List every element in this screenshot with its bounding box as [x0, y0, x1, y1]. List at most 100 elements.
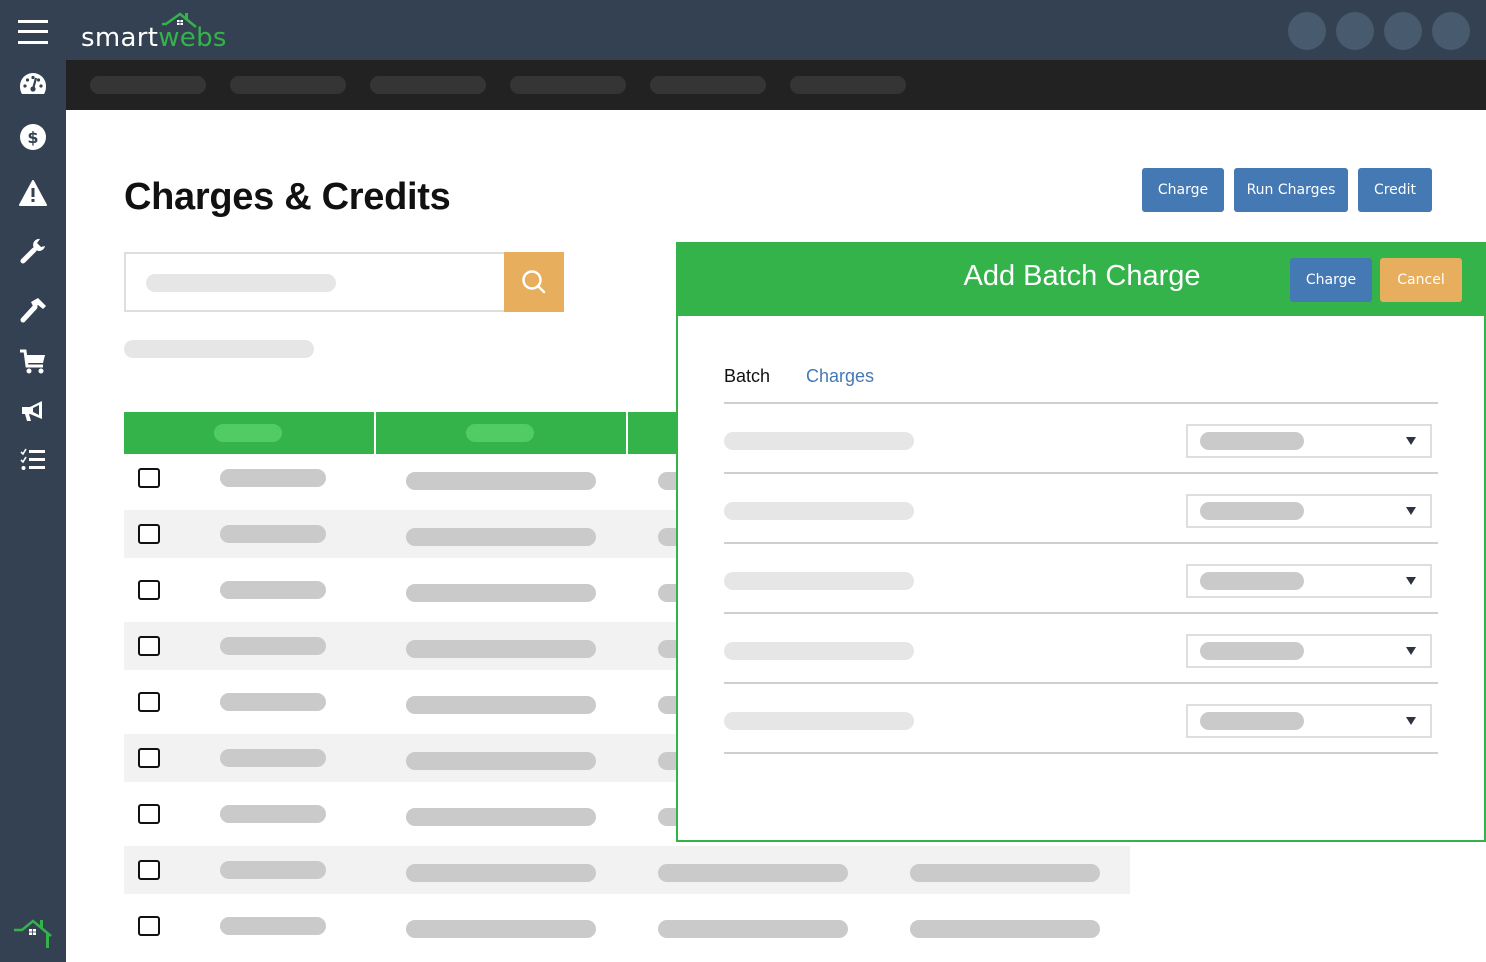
- field-divider: [724, 682, 1438, 684]
- caret-down-icon: [1406, 437, 1416, 445]
- column-divider: [374, 412, 376, 454]
- field-label-placeholder: [724, 712, 914, 730]
- table-cell-placeholder: [406, 864, 596, 882]
- table-cell-placeholder: [658, 864, 848, 882]
- sidebar-item-announcements[interactable]: [19, 397, 47, 425]
- field-select[interactable]: [1186, 704, 1432, 738]
- row-checkbox[interactable]: [138, 468, 160, 488]
- add-batch-charge-modal: Add Batch Charge Charge Cancel Batch Cha…: [676, 242, 1486, 842]
- tab-divider: [724, 402, 1438, 404]
- avatar[interactable]: [1384, 12, 1422, 50]
- modal-cancel-button[interactable]: Cancel: [1380, 258, 1462, 302]
- hammer-icon: [20, 298, 46, 323]
- menu-hamburger-icon[interactable]: [18, 20, 48, 44]
- caret-down-icon: [1406, 577, 1416, 585]
- row-checkbox[interactable]: [138, 580, 160, 600]
- home-logo-icon[interactable]: [14, 918, 54, 948]
- nav-tab-placeholder[interactable]: [650, 76, 766, 94]
- caret-down-icon: [1406, 507, 1416, 515]
- search-icon: [522, 270, 546, 294]
- select-value-placeholder: [1200, 572, 1304, 590]
- top-bar: smartwebs: [0, 0, 1486, 60]
- megaphone-icon: [22, 401, 42, 421]
- table-cell-placeholder: [406, 752, 596, 770]
- table-cell-placeholder: [220, 637, 326, 655]
- sidebar-item-alerts[interactable]: [19, 179, 47, 207]
- dollar-icon: $: [20, 124, 46, 150]
- table-cell-placeholder: [658, 920, 848, 938]
- table-cell-placeholder: [220, 469, 326, 487]
- table-row[interactable]: [124, 846, 1130, 894]
- row-checkbox[interactable]: [138, 748, 160, 768]
- svg-text:$: $: [27, 128, 38, 147]
- field-label-placeholder: [724, 432, 914, 450]
- select-value-placeholder: [1200, 432, 1304, 450]
- nav-tab-placeholder[interactable]: [510, 76, 626, 94]
- field-divider: [724, 472, 1438, 474]
- table-cell-placeholder: [406, 472, 596, 490]
- table-cell-placeholder: [220, 581, 326, 599]
- table-header: [124, 412, 684, 454]
- nav-tab-placeholder[interactable]: [370, 76, 486, 94]
- select-value-placeholder: [1200, 712, 1304, 730]
- wrench-icon: [20, 238, 45, 264]
- dashboard-icon: [20, 73, 46, 94]
- select-value-placeholder: [1200, 502, 1304, 520]
- sidebar: $: [0, 60, 66, 962]
- column-divider: [626, 412, 628, 454]
- credit-button[interactable]: Credit: [1358, 168, 1432, 212]
- search-placeholder: [146, 274, 336, 292]
- table-cell-placeholder: [220, 749, 326, 767]
- checklist-icon: [20, 448, 45, 470]
- sidebar-item-store[interactable]: [19, 348, 47, 376]
- sidebar-item-tasks[interactable]: [19, 446, 47, 474]
- sidebar-item-dashboard[interactable]: [19, 70, 47, 98]
- row-checkbox[interactable]: [138, 524, 160, 544]
- run-charges-button[interactable]: Run Charges: [1234, 168, 1348, 212]
- search-button[interactable]: [504, 252, 564, 312]
- select-value-placeholder: [1200, 642, 1304, 660]
- caret-down-icon: [1406, 647, 1416, 655]
- table-cell-placeholder: [406, 696, 596, 714]
- table-cell-placeholder: [220, 525, 326, 543]
- row-checkbox[interactable]: [138, 692, 160, 712]
- nav-tab-placeholder[interactable]: [790, 76, 906, 94]
- filter-placeholder[interactable]: [124, 340, 314, 358]
- modal-charge-button[interactable]: Charge: [1290, 258, 1372, 302]
- field-divider: [724, 752, 1438, 754]
- charge-button[interactable]: Charge: [1142, 168, 1224, 212]
- user-avatars: [1288, 12, 1470, 50]
- table-cell-placeholder: [406, 584, 596, 602]
- sidebar-item-work-orders[interactable]: [19, 295, 47, 323]
- search-input[interactable]: [124, 252, 505, 312]
- warning-icon: [19, 180, 47, 206]
- table-cell-placeholder: [406, 808, 596, 826]
- cart-icon: [20, 349, 45, 374]
- avatar[interactable]: [1336, 12, 1374, 50]
- field-select[interactable]: [1186, 634, 1432, 668]
- field-label-placeholder: [724, 572, 914, 590]
- table-row[interactable]: [124, 902, 1130, 950]
- sidebar-item-billing[interactable]: $: [19, 123, 47, 151]
- tab-batch[interactable]: Batch: [724, 366, 770, 387]
- field-select[interactable]: [1186, 564, 1432, 598]
- column-header[interactable]: [214, 424, 282, 442]
- row-checkbox[interactable]: [138, 860, 160, 880]
- field-select[interactable]: [1186, 494, 1432, 528]
- sidebar-item-maintenance[interactable]: [19, 237, 47, 265]
- row-checkbox[interactable]: [138, 916, 160, 936]
- table-cell-placeholder: [910, 864, 1100, 882]
- table-cell-placeholder: [910, 920, 1100, 938]
- row-checkbox[interactable]: [138, 636, 160, 656]
- field-select[interactable]: [1186, 424, 1432, 458]
- tab-charges[interactable]: Charges: [806, 366, 874, 387]
- table-cell-placeholder: [220, 917, 326, 935]
- field-label-placeholder: [724, 502, 914, 520]
- avatar[interactable]: [1288, 12, 1326, 50]
- column-header[interactable]: [466, 424, 534, 442]
- row-checkbox[interactable]: [138, 804, 160, 824]
- nav-tab-placeholder[interactable]: [230, 76, 346, 94]
- nav-tab-placeholder[interactable]: [90, 76, 206, 94]
- table-cell-placeholder: [220, 861, 326, 879]
- avatar[interactable]: [1432, 12, 1470, 50]
